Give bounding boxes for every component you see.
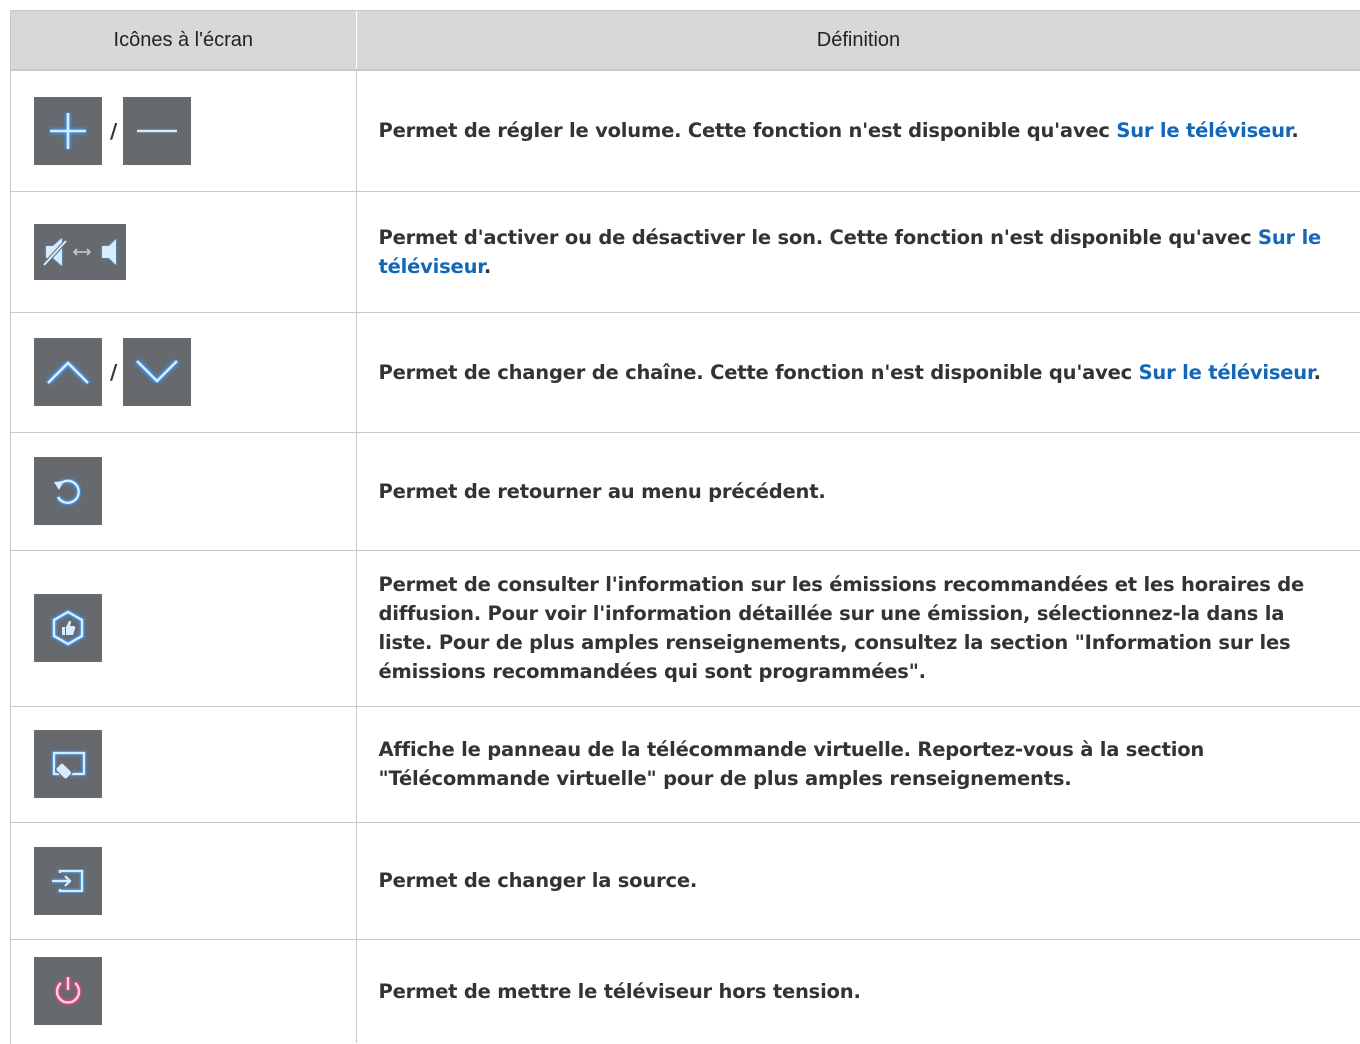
source-icon — [34, 846, 102, 915]
icon-cell — [11, 939, 357, 1043]
definition-cell: Permet de changer de chaîne. Cette fonct… — [356, 312, 1360, 433]
definition-cell: Permet de mettre le téléviseur hors tens… — [356, 939, 1360, 1043]
definition-text: Permet de mettre le téléviseur hors tens… — [378, 979, 861, 1003]
tv-link[interactable]: Sur le téléviseur — [1116, 119, 1291, 142]
table-row: / Permet de changer de chaîne. Cette fon… — [11, 312, 1360, 433]
definition-text: Permet de régler le volume. Cette foncti… — [378, 119, 1117, 143]
definition-text: Permet de changer la source. — [378, 869, 698, 892]
definition-text: Affiche le panneau de la télécommande vi… — [378, 738, 1205, 790]
definition-text-end: . — [483, 254, 492, 278]
icon-separator: / — [110, 360, 118, 384]
icon-cell: / — [11, 70, 357, 192]
icon-cell — [11, 822, 357, 940]
chevron-up-icon — [34, 338, 102, 406]
tv-link[interactable]: Sur le téléviseur — [1139, 361, 1314, 384]
definition-text: Permet d'activer ou de désactiver le son… — [378, 225, 1259, 249]
definition-cell: Permet de consulter l'information sur le… — [356, 550, 1360, 707]
table-row: / Permet de régler le volume. Cette fonc… — [11, 70, 1360, 192]
return-icon — [34, 457, 102, 525]
plus-icon — [34, 96, 102, 165]
definition-text: Permet de retourner au menu précédent. — [378, 479, 826, 503]
table-row: Permet de retourner au menu précédent. — [11, 432, 1360, 551]
table-row: Permet de mettre le téléviseur hors tens… — [11, 939, 1360, 1043]
definition-cell: Permet de retourner au menu précédent. — [356, 432, 1360, 551]
header-definition: Définition — [356, 11, 1360, 71]
definition-text-end: . — [1313, 360, 1321, 384]
definition-text: Permet de consulter l'information sur le… — [378, 573, 1305, 683]
document-page: Icônes à l'écran Définition / Permet de … — [10, 10, 1360, 1044]
power-icon — [34, 957, 102, 1026]
definition-text-end: . — [1291, 119, 1299, 143]
header-icons: Icônes à l'écran — [11, 11, 357, 71]
icon-cell — [11, 706, 357, 823]
table-header-row: Icônes à l'écran Définition — [11, 11, 1360, 71]
table-row: Permet de changer la source. — [11, 822, 1360, 940]
icon-cell — [11, 550, 357, 707]
definition-cell: Permet d'activer ou de désactiver le son… — [356, 191, 1360, 313]
table-row: Permet d'activer ou de désactiver le son… — [11, 191, 1360, 313]
definition-cell: Permet de régler le volume. Cette foncti… — [356, 70, 1360, 192]
recommended-icon — [34, 594, 102, 662]
icons-table: Icônes à l'écran Définition / Permet de … — [11, 11, 1360, 1043]
table-row: Affiche le panneau de la télécommande vi… — [11, 706, 1360, 823]
icon-cell: / — [11, 312, 357, 433]
mute-toggle-icon — [34, 223, 126, 280]
table-row: Permet de consulter l'information sur le… — [11, 550, 1360, 707]
definition-cell: Permet de changer la source. — [356, 822, 1360, 940]
icon-cell — [11, 432, 357, 551]
definition-text: Permet de changer de chaîne. Cette fonct… — [378, 360, 1139, 384]
virtual-remote-icon — [34, 730, 102, 798]
icon-separator: / — [110, 118, 118, 143]
minus-icon — [123, 96, 192, 165]
chevron-down-icon — [123, 338, 192, 406]
icon-cell — [11, 191, 357, 313]
definition-cell: Affiche le panneau de la télécommande vi… — [356, 706, 1360, 823]
